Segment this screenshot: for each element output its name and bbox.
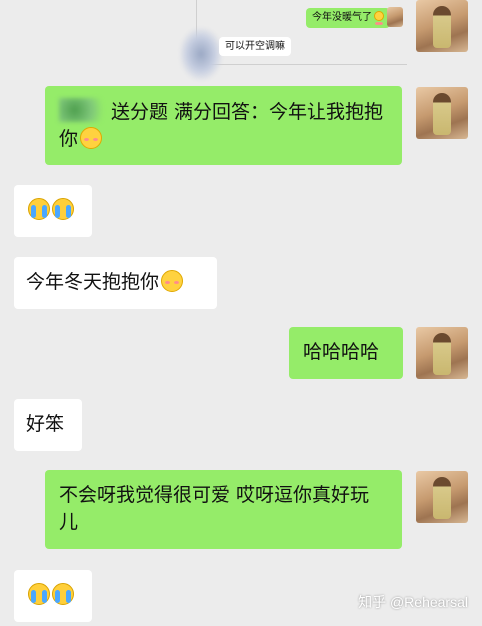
avatar-self[interactable] <box>416 87 468 139</box>
watermark: 知乎 @Rehearsal <box>358 594 468 610</box>
quoted-note-text: 可以开空调嘛 <box>225 41 285 52</box>
crying-emoji-icon <box>28 583 50 605</box>
blush-emoji-icon <box>80 127 103 149</box>
avatar-self[interactable] <box>416 471 468 523</box>
quoted-bubble: 今年没暖气了 <box>306 8 390 28</box>
quoted-avatar <box>387 7 403 27</box>
message-text: 好笨 <box>26 413 65 435</box>
blush-emoji-icon <box>161 270 184 292</box>
message-bubble-received[interactable] <box>14 185 92 237</box>
crying-emoji-icon <box>52 583 74 605</box>
message-text: 不会呀我觉得很可爱 哎呀逗你真好玩儿 <box>59 484 370 533</box>
avatar-self[interactable] <box>416 0 468 52</box>
quoted-bubble-text: 今年没暖气了 <box>312 12 372 23</box>
crying-emoji-icon <box>52 198 74 220</box>
blurred-name <box>59 98 111 122</box>
message-bubble-sent[interactable]: 哈哈哈哈 <box>289 327 403 379</box>
message-bubble-received[interactable] <box>14 570 92 622</box>
message-bubble-sent[interactable]: 不会呀我觉得很可爱 哎呀逗你真好玩儿 <box>45 470 402 549</box>
blush-emoji-icon <box>374 11 384 25</box>
blurred-sticker <box>180 28 222 80</box>
message-text: 哈哈哈哈 <box>303 341 380 363</box>
crying-emoji-icon <box>28 198 50 220</box>
quoted-note: 可以开空调嘛 <box>219 37 291 56</box>
avatar-self[interactable] <box>416 327 468 379</box>
message-bubble-sent[interactable]: 送分题 满分回答：今年让我抱抱你 <box>45 86 402 165</box>
message-bubble-received[interactable]: 好笨 <box>14 399 82 451</box>
message-text: 今年冬天抱抱你 <box>26 271 160 293</box>
message-bubble-received[interactable]: 今年冬天抱抱你 <box>14 257 217 309</box>
